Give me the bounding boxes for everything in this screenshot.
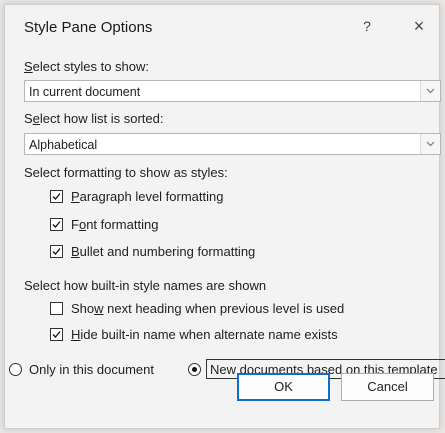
radio-selected-dot — [192, 367, 197, 372]
close-button[interactable]: × — [407, 16, 431, 40]
checkbox[interactable] — [50, 190, 63, 203]
dialog-title: Style Pane Options — [24, 19, 153, 36]
ok-button[interactable]: OK — [237, 373, 330, 401]
style-pane-options-dialog: Style Pane Options ? × Select styles to … — [4, 4, 445, 429]
help-button[interactable]: ? — [357, 18, 377, 38]
title-bar: Style Pane Options ? × — [5, 5, 439, 51]
sort-label: Select how list is sorted: — [24, 111, 164, 126]
chevron-down-icon[interactable] — [420, 81, 440, 101]
checkbox[interactable] — [50, 328, 63, 341]
checkbox[interactable] — [50, 218, 63, 231]
chevron-down-icon[interactable] — [420, 134, 440, 154]
sort-order-dropdown[interactable]: Alphabetical — [24, 133, 441, 155]
checkbox[interactable] — [50, 245, 63, 258]
radio-button[interactable] — [9, 363, 22, 376]
radio-button[interactable] — [188, 363, 201, 376]
styles-to-show-dropdown[interactable]: In current document — [24, 80, 441, 102]
styles-to-show-value: In current document — [29, 85, 141, 99]
formatting-label: Select formatting to show as styles: — [24, 165, 228, 180]
sort-order-value: Alphabetical — [29, 138, 98, 152]
builtin-names-label: Select how built-in style names are show… — [24, 278, 267, 293]
only-this-document-radio[interactable]: Only in this document — [9, 361, 159, 381]
select-styles-label: Select styles to show: — [24, 59, 149, 74]
cancel-button[interactable]: Cancel — [341, 373, 434, 401]
checkbox[interactable] — [50, 302, 63, 315]
